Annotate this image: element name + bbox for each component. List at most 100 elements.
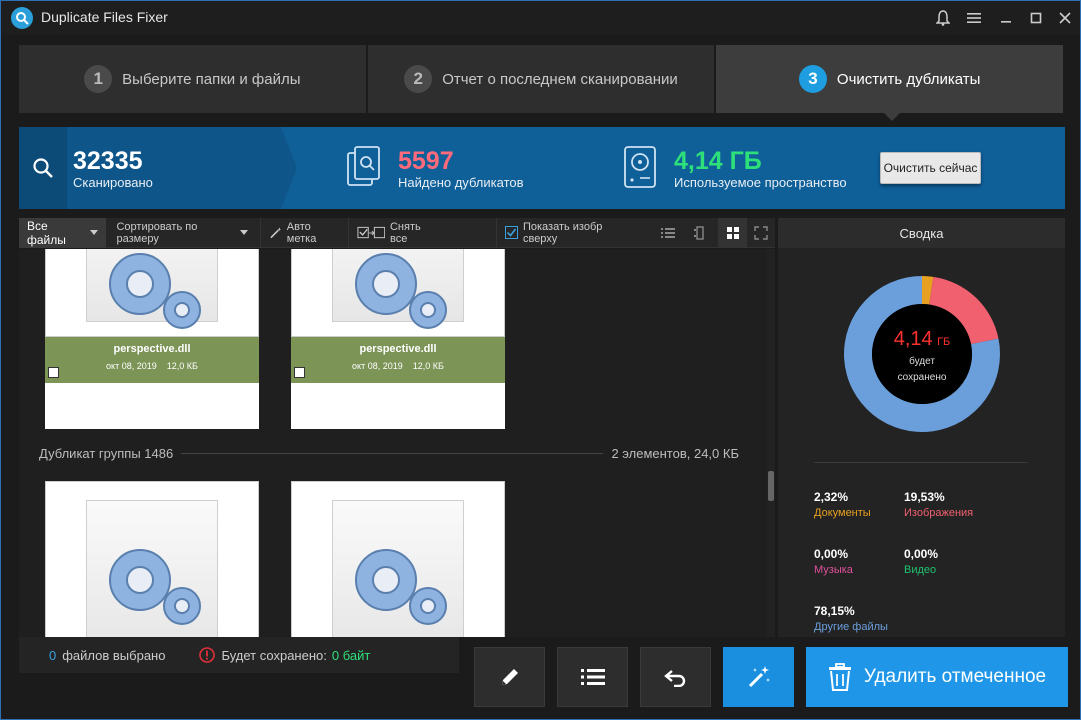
app-logo-icon xyxy=(11,7,33,29)
step-select-folders[interactable]: 1 Выберите папки и файлы xyxy=(19,45,368,113)
auto-mark-button[interactable]: Авто метка xyxy=(259,217,348,248)
saved-label: Будет сохранено: xyxy=(221,647,327,663)
legend-images: 19,53% Изображения xyxy=(904,490,973,519)
detail-view-icon[interactable] xyxy=(686,218,714,248)
bell-icon[interactable] xyxy=(931,7,955,29)
group-info: 2 элементов, 24,0 КБ xyxy=(611,445,739,461)
delete-marked-button[interactable]: Удалить отмеченное xyxy=(806,647,1068,707)
trash-icon xyxy=(828,663,851,691)
chevron-down-icon xyxy=(239,230,248,235)
file-date: окт 08, 2019 xyxy=(106,361,157,371)
app-window: Duplicate Files Fixer 1 Выберите папки и… xyxy=(0,0,1081,720)
file-thumbnail xyxy=(45,481,259,637)
auto-mark-label: Авто метка xyxy=(286,220,317,245)
summary-panel: Сводка 4,14 ГБ будет сохранено 2,32% Док… xyxy=(778,218,1065,637)
filter-dropdown[interactable]: Все файлы xyxy=(19,217,107,248)
scrollbar-thumb[interactable] xyxy=(768,471,774,501)
close-icon[interactable] xyxy=(1053,7,1077,29)
saved-unit: ГБ xyxy=(937,336,951,348)
gear-icon xyxy=(355,253,447,329)
divider xyxy=(814,462,1028,463)
filter-label: Все файлы xyxy=(27,218,66,247)
duplicates-label: Найдено дубликатов xyxy=(398,175,524,190)
saved-line1: будет xyxy=(909,356,935,367)
step-number: 2 xyxy=(404,65,433,93)
file-toolbar: Все файлы Сортировать по размеру Авто ме… xyxy=(19,217,775,248)
file-grid: perspective.dll окт 08, 2019 12,0 КБ per… xyxy=(19,249,767,637)
donut-center: 4,14 ГБ будет сохранено xyxy=(842,274,1002,434)
saved-amount: 4,14 ГБ xyxy=(842,328,1002,351)
magic-wand-icon xyxy=(270,226,281,238)
saved-value: 4,14 xyxy=(893,328,933,350)
legend-percent: 0,00% xyxy=(904,547,939,561)
group-header: Дубликат группы 1486 2 элементов, 24,0 К… xyxy=(39,445,739,461)
selection-status: 0 файлов выбрано Будет сохранено: 0 байт xyxy=(19,637,459,673)
legend-percent: 19,53% xyxy=(904,490,945,504)
group-title: Дубликат группы 1486 xyxy=(39,445,174,461)
file-caption: perspective.dll окт 08, 2019 12,0 КБ xyxy=(45,337,259,383)
legend-label: Видео xyxy=(904,564,937,576)
unselect-all-button[interactable]: Снять все xyxy=(347,217,446,248)
legend-percent: 78,15% xyxy=(814,604,855,618)
sort-dropdown[interactable]: Сортировать по размеру xyxy=(106,218,255,248)
clean-now-button[interactable]: Очистить сейчас xyxy=(880,152,981,184)
auto-mark-action-button[interactable] xyxy=(723,647,794,707)
maximize-icon[interactable] xyxy=(1024,7,1048,29)
show-preview-toggle[interactable]: Показать изобр сверху xyxy=(495,217,640,248)
app-title: Duplicate Files Fixer xyxy=(41,9,168,25)
check-to-uncheck-icon xyxy=(357,226,385,238)
duplicate-docs-icon xyxy=(347,146,380,186)
legend-label: Другие файлы xyxy=(814,621,888,633)
file-card[interactable]: perspective.dll окт 08, 2019 12,0 КБ xyxy=(291,249,505,429)
file-size: 12,0 КБ xyxy=(412,361,444,371)
scanned-label: Сканировано xyxy=(73,175,153,190)
file-name: perspective.dll xyxy=(113,343,191,355)
selected-count: 0 xyxy=(49,647,57,663)
step-number: 1 xyxy=(84,65,113,93)
legend-music: 0,00% Музыка xyxy=(814,547,853,576)
file-card[interactable] xyxy=(291,481,505,637)
title-bar: Duplicate Files Fixer xyxy=(1,1,1080,35)
step-number: 3 xyxy=(798,65,827,93)
magic-wand-icon xyxy=(748,666,770,688)
scanned-count: 32335 xyxy=(73,147,143,175)
legend-video: 0,00% Видео xyxy=(904,547,938,576)
delete-label: Удалить отмеченное xyxy=(863,666,1047,687)
menu-icon[interactable] xyxy=(962,7,986,29)
undo-button[interactable] xyxy=(640,647,711,707)
chevron-down-icon xyxy=(90,230,99,235)
file-date: окт 08, 2019 xyxy=(352,361,403,371)
gear-icon xyxy=(355,549,447,625)
file-checkbox[interactable] xyxy=(48,367,59,378)
file-caption: perspective.dll окт 08, 2019 12,0 КБ xyxy=(291,337,505,383)
fullscreen-icon[interactable] xyxy=(747,218,775,248)
grid-view-icon[interactable] xyxy=(718,217,747,248)
file-meta: окт 08, 2019 12,0 КБ xyxy=(291,361,505,371)
file-thumbnail xyxy=(45,249,259,337)
file-card[interactable] xyxy=(45,481,259,637)
list-view-icon[interactable] xyxy=(654,218,682,248)
edit-button[interactable] xyxy=(474,647,545,707)
scrollbar[interactable] xyxy=(767,249,775,637)
minimize-icon[interactable] xyxy=(994,7,1018,29)
saved-line2: сохранено xyxy=(897,372,947,383)
step-scan-report[interactable]: 2 Отчет о последнем сканировании xyxy=(367,45,717,113)
file-card[interactable]: perspective.dll окт 08, 2019 12,0 КБ xyxy=(45,249,259,429)
legend-percent: 0,00% xyxy=(814,547,849,561)
saved-bytes: 0 байт xyxy=(331,647,371,663)
checkbox-checked-icon xyxy=(504,226,518,239)
file-name: perspective.dll xyxy=(359,343,437,355)
list-icon xyxy=(580,669,605,685)
hard-drive-icon xyxy=(624,146,656,188)
file-checkbox[interactable] xyxy=(294,367,305,378)
unselect-all-label: Снять все xyxy=(389,220,421,245)
step-label: Выберите папки и файлы xyxy=(122,70,301,88)
step-clean-duplicates[interactable]: 3 Очистить дубликаты xyxy=(716,45,1066,121)
legend-label: Документы xyxy=(814,507,871,519)
gear-icon xyxy=(109,549,201,625)
list-button[interactable] xyxy=(557,647,628,707)
legend-label: Музыка xyxy=(814,564,853,576)
step-label: Отчет о последнем сканировании xyxy=(442,70,678,88)
duplicates-count: 5597 xyxy=(398,147,454,175)
search-icon[interactable] xyxy=(19,127,67,209)
